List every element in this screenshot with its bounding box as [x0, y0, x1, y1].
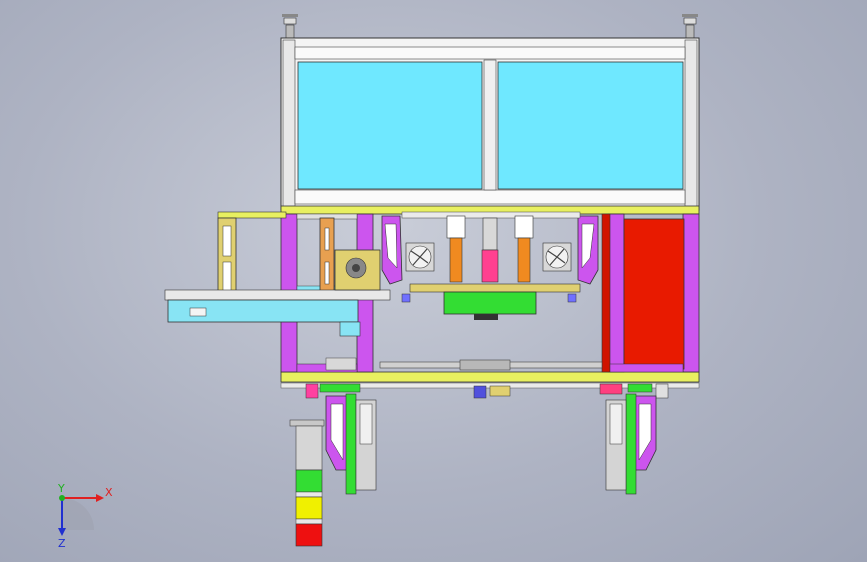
- left-feeder: [164, 211, 391, 337]
- y-axis-dot: [59, 495, 65, 501]
- signal-light-yellow: [295, 496, 323, 520]
- z-axis-label: Z: [58, 537, 66, 550]
- electrical-cabinet-panel: [623, 218, 685, 370]
- guard-frame: [280, 37, 700, 211]
- leveling-feet: [282, 14, 698, 40]
- lower-legs: [325, 393, 657, 495]
- glass-panel-right: [497, 61, 684, 190]
- signal-light-green: [295, 469, 323, 493]
- signal-tower: [289, 419, 325, 547]
- x-axis-label: X: [105, 486, 113, 499]
- cad-viewport[interactable]: X Y Z: [0, 0, 867, 562]
- y-axis-label: Y: [57, 482, 65, 495]
- signal-light-red: [295, 523, 323, 547]
- glass-panel-left: [297, 61, 483, 190]
- axis-triad: X Y Z: [57, 482, 113, 550]
